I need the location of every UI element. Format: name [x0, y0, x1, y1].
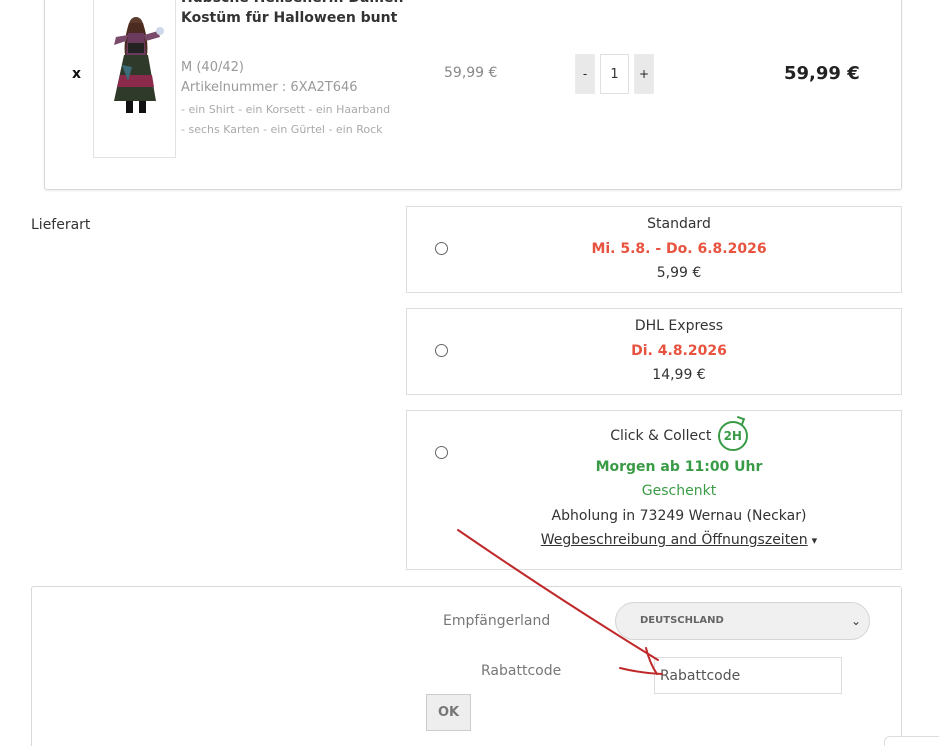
- country-label: Empfängerland: [443, 613, 551, 629]
- country-select-value: DEUTSCHLAND: [640, 615, 724, 626]
- quantity-decrease-button[interactable]: -: [575, 54, 595, 94]
- costume-image-icon: [114, 17, 164, 113]
- directions-link[interactable]: Wegbeschreibung and Öffnungszeiten: [541, 532, 808, 548]
- directions-row: Wegbeschreibung and Öffnungszeiten ▾: [407, 532, 901, 548]
- chevron-down-icon: ⌄: [850, 614, 861, 628]
- pickup-date: Morgen ab 11:00 Uhr: [595, 459, 763, 475]
- shipping-method-label: Lieferart: [31, 217, 91, 233]
- coupon-label: Rabattcode: [481, 663, 562, 679]
- shipping-option-standard[interactable]: Standard Mi. 5.8. - Do. 6.8.2026 5,99 €: [406, 206, 902, 293]
- country-select[interactable]: DEUTSCHLAND ⌄: [615, 602, 870, 640]
- shipping-price: 14,99 €: [652, 367, 706, 383]
- shipping-option-dhl-express[interactable]: DHL Express Di. 4.8.2026 14,99 €: [406, 308, 902, 395]
- unit-price: 59,99 €: [444, 65, 498, 81]
- product-thumbnail[interactable]: [93, 0, 176, 158]
- quantity-increase-button[interactable]: +: [634, 54, 654, 94]
- two-hour-badge-icon: 2H: [717, 421, 748, 451]
- product-description-line: - sechs Karten - ein Gürtel - ein Rock: [181, 123, 383, 136]
- scroll-corner: [884, 736, 939, 746]
- shipping-price-free: Geschenkt: [641, 483, 717, 499]
- pickup-location: Abholung in 73249 Wernau (Neckar): [551, 508, 807, 524]
- caret-down-icon[interactable]: ▾: [812, 534, 818, 547]
- row-total-price: 59,99 €: [784, 63, 860, 84]
- coupon-input[interactable]: [654, 657, 842, 694]
- shipping-option-click-collect[interactable]: Click & Collect 2H Morgen ab 11:00 Uhr G…: [406, 410, 902, 570]
- shipping-option-name: Standard: [647, 216, 711, 232]
- product-size: M (40/42): [181, 60, 244, 75]
- remove-item-button[interactable]: x: [72, 66, 81, 82]
- shipping-option-name: DHL Express: [634, 318, 724, 334]
- shipping-price: 5,99 €: [656, 265, 702, 281]
- delivery-date: Di. 4.8.2026: [631, 343, 727, 359]
- apply-coupon-button[interactable]: OK: [426, 694, 471, 731]
- product-article-number: Artikelnummer : 6XA2T646: [181, 80, 358, 95]
- quantity-input[interactable]: [600, 54, 629, 94]
- product-title[interactable]: Hübsche Hellseherin Damen-Kostüm für Hal…: [181, 0, 411, 28]
- click-collect-title: Click & Collect 2H: [407, 421, 901, 451]
- delivery-date: Mi. 5.8. - Do. 6.8.2026: [591, 241, 767, 257]
- shipping-option-name: Click & Collect: [610, 428, 712, 444]
- product-description-line: - ein Shirt - ein Korsett - ein Haarband: [181, 103, 391, 116]
